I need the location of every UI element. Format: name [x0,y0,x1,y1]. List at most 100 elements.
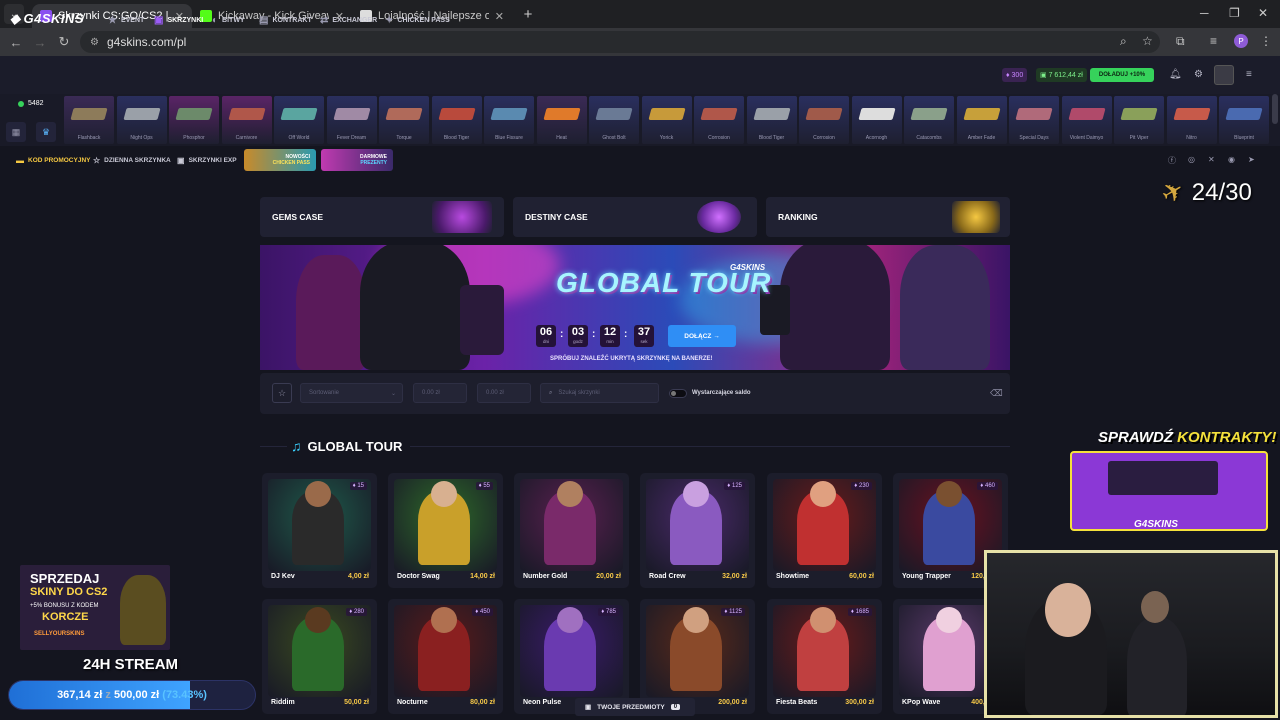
case-level-badge: ♦ 125 [724,482,745,490]
telegram-icon[interactable]: ➤ [1248,155,1255,164]
sort-select[interactable]: Sortowanie ⌄ [300,383,403,403]
min-price-input[interactable]: 0.00 zł [413,383,467,403]
nav-exchanger[interactable]: ⇄ EXCHANGER [320,15,377,26]
nav-kontrakt[interactable]: ▤ KONTRAKT [259,15,312,26]
profile-avatar[interactable]: P [1234,34,1248,48]
case-card[interactable]: ♦ 280 Riddim 50,00 zł [262,599,377,714]
join-button[interactable]: DOŁĄCZ → [668,325,736,347]
case-card[interactable]: Number Gold 20,00 zł [514,473,629,588]
drop-item[interactable]: Blood Tiger [431,96,482,144]
user-avatar[interactable] [1214,65,1234,85]
drop-item[interactable]: Fever Dream [326,96,377,144]
tab-close-icon[interactable]: ✕ [495,10,504,23]
drop-item[interactable]: Nitro [1166,96,1217,144]
case-card[interactable]: ♦ 450 Nocturne 80,00 zł [388,599,503,714]
logo-icon: ◆ [10,11,21,26]
nav-event[interactable]: ★ EVENT [108,15,144,26]
url-input[interactable]: ⚙ g4skins.com/pl [80,31,1160,53]
drop-item[interactable]: Torque [379,96,429,144]
site-info-icon[interactable]: ⚙ [90,37,99,48]
case-card[interactable]: ♦ 1125Nashville200,00 zł [640,599,755,714]
case-level-badge: ♦ 1125 [721,608,745,616]
drop-item[interactable]: Carnivore [221,96,272,144]
site-logo[interactable]: ◆ G4SKINS [10,11,84,27]
page-scrollbar[interactable] [1272,94,1278,124]
gems-case-card[interactable]: GEMS CASE [260,197,504,237]
drop-item[interactable]: Special Days [1009,96,1059,144]
facebook-icon[interactable]: ⓕ [1168,155,1176,166]
case-card[interactable]: ♦ 785 Neon Pulse [514,599,629,714]
hamburger-menu-icon[interactable]: ≡ [1246,69,1252,80]
drop-item[interactable]: Acornogh [851,96,902,144]
drop-item-name: Blood Tiger [443,135,470,141]
crown-filter-icon[interactable]: ♛ [36,122,56,142]
gems-badge[interactable]: ♦ 300 [1002,68,1028,82]
back-icon[interactable]: ← [4,35,28,50]
zoom-icon[interactable]: ⌕ [1120,34,1127,49]
free-gifts-banner[interactable]: DARMOWE PREZENTY [321,149,393,171]
drop-item[interactable]: Blue Fissure [484,96,534,144]
nav-skrzynki[interactable]: ▣ SKRZYNKI [154,15,203,26]
drop-item[interactable]: Amber Fade [956,96,1007,144]
drop-item[interactable]: Phosphor [169,96,219,144]
nav-chicken-pass[interactable]: ✦ CHICKEN PASS [385,15,450,26]
maximize-icon[interactable]: ❐ [1229,6,1240,20]
timer-separator: : [560,329,564,340]
drop-item[interactable]: Yorick [641,96,692,144]
case-card[interactable]: ♦ 55 Doctor Swag 14,00 zł [388,473,503,588]
search-input[interactable]: ⌕ Szukaj skrzynki [540,383,659,403]
drop-item[interactable]: Blueprint [1219,96,1269,144]
case-character-head [557,481,583,507]
drop-item[interactable]: Catacombs [904,96,954,144]
case-card[interactable]: ♦ 230 Showtime 60,00 zł [767,473,882,588]
drop-item[interactable]: Off World [274,96,324,144]
sufficient-balance-toggle[interactable] [669,389,687,398]
forward-icon[interactable]: → [28,35,52,50]
balance-display[interactable]: ▣ 7 612,44 zł [1036,68,1087,82]
daily-case-link[interactable]: ☆ DZIENNA SKRZYNKA [93,156,171,165]
clear-filters-icon[interactable]: ⌫ [990,388,1003,399]
favorites-star-icon[interactable]: ☆ [272,383,292,403]
drop-item[interactable]: Ghost Bolt [589,96,639,144]
settings-icon[interactable]: ⚙ [1194,69,1203,80]
topup-button[interactable]: DOŁADUJ +10% [1090,68,1154,82]
drop-item[interactable]: Pit Viper [1114,96,1164,144]
case-card[interactable]: ♦ 125 Road Crew 32,00 zł [640,473,755,588]
max-price-input[interactable]: 0.00 zł [477,383,531,403]
reload-icon[interactable]: ↻ [52,34,76,50]
case-card[interactable]: ♦ 15 DJ Kev 4,00 zł [262,473,377,588]
chicken-pass-banner[interactable]: NOWOŚCI CHICKEN PASS [244,149,316,171]
minimize-icon[interactable]: ─ [1200,6,1209,20]
close-window-icon[interactable]: ✕ [1258,6,1268,20]
x-twitter-icon[interactable]: ✕ [1208,155,1215,164]
drop-item[interactable]: Heat [536,96,587,144]
extensions-icon[interactable]: ⧉ [1176,34,1185,49]
chevron-down-icon: ⌄ [390,390,396,397]
notifications-icon[interactable]: 🔔︎ [1169,69,1182,80]
drop-item[interactable]: Blood Tiger [746,96,797,144]
case-level: 125 [731,483,742,489]
grid-view-icon[interactable]: ▦ [6,122,26,142]
case-level-badge: ♦ 15 [349,482,367,490]
goal-separator: z [105,689,111,701]
nav-bitwy[interactable]: ◐ BITWY [212,15,245,26]
exp-cases-link[interactable]: ▣ SKRZYNKI EXP [177,156,237,165]
case-card[interactable]: ♦ 1685 Fiesta Beats 300,00 zł [767,599,882,714]
promo-code-link[interactable]: ▬ KOD PROMOCYJNY [16,156,90,165]
new-tab-button[interactable]: + [518,6,538,23]
media-icon[interactable]: ≡ [1210,34,1217,48]
browser-menu-icon[interactable]: ⋮ [1260,34,1272,48]
global-tour-banner[interactable]: GLOBAL TOUR G4SKINS 06 dni : 03 godz : 12 m… [260,245,1010,370]
drop-item[interactable]: Flashback [64,96,114,144]
bookmark-star-icon[interactable]: ☆ [1142,34,1153,48]
drop-item[interactable]: Corrosion [799,96,849,144]
discord-icon[interactable]: ◉ [1228,155,1235,164]
destiny-case-card[interactable]: DESTINY CASE [513,197,757,237]
ranking-card[interactable]: RANKING [766,197,1010,237]
drop-item[interactable]: Night Ops [116,96,167,144]
inventory-bar[interactable]: ▣ TWOJE PRZEDMIOTY 0 [575,698,695,716]
instagram-icon[interactable]: ◎ [1188,155,1195,164]
drop-item[interactable]: Violent Daimyo [1061,96,1112,144]
banner1-line2: CHICKEN PASS [272,160,310,166]
drop-item[interactable]: Corrosion [694,96,744,144]
